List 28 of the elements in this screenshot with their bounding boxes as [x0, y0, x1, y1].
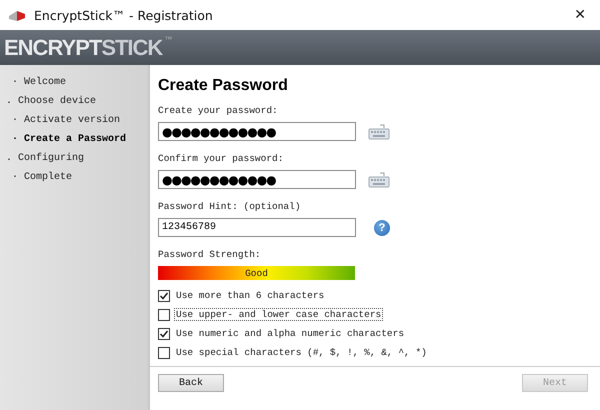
field-label: Confirm your password:	[158, 153, 284, 164]
sidebar-item: . Configuring	[5, 152, 86, 166]
app-icon	[8, 8, 26, 22]
checkbox-label[interactable]: Use more than 6 characters	[174, 289, 326, 302]
close-button[interactable]: ✕	[568, 7, 592, 23]
input-field[interactable]: 123456789	[158, 218, 356, 237]
sidebar-item: · Complete	[11, 170, 74, 185]
checkbox-label[interactable]: Use upper- and lower case characters	[174, 308, 384, 321]
field-label: Password Hint: (optional)	[158, 201, 302, 212]
password-field[interactable]: ●●●●●●●●●●●●	[158, 122, 356, 141]
sidebar-item: . Choose device	[5, 94, 98, 109]
sidebar-item: · Welcome	[11, 76, 68, 90]
password-field[interactable]: ●●●●●●●●●●●●	[158, 170, 356, 189]
strength-meter: Good	[158, 266, 355, 280]
field-label: Create your password:	[158, 105, 279, 116]
checkbox[interactable]	[158, 290, 170, 302]
window-title: EncryptStick™ - Registration	[34, 8, 214, 22]
logo: ENCRYPTSTICK$^{™}$	[4, 34, 172, 60]
checkbox-label[interactable]: Use special characters (#, $, !, %, &, ^, *)	[174, 346, 429, 359]
checkbox[interactable]	[158, 346, 170, 358]
checkbox-label[interactable]: Use numeric and alpha numeric characters	[174, 327, 406, 340]
back-button[interactable]: Back	[158, 374, 224, 392]
checkbox[interactable]	[158, 328, 170, 340]
strength-label: Password Strength:	[158, 249, 262, 260]
sidebar-item: · Activate version	[11, 114, 122, 128]
page-heading: Create Password	[158, 77, 289, 95]
sidebar-item: · Create a Password	[11, 132, 128, 147]
checkbox[interactable]	[158, 308, 170, 320]
